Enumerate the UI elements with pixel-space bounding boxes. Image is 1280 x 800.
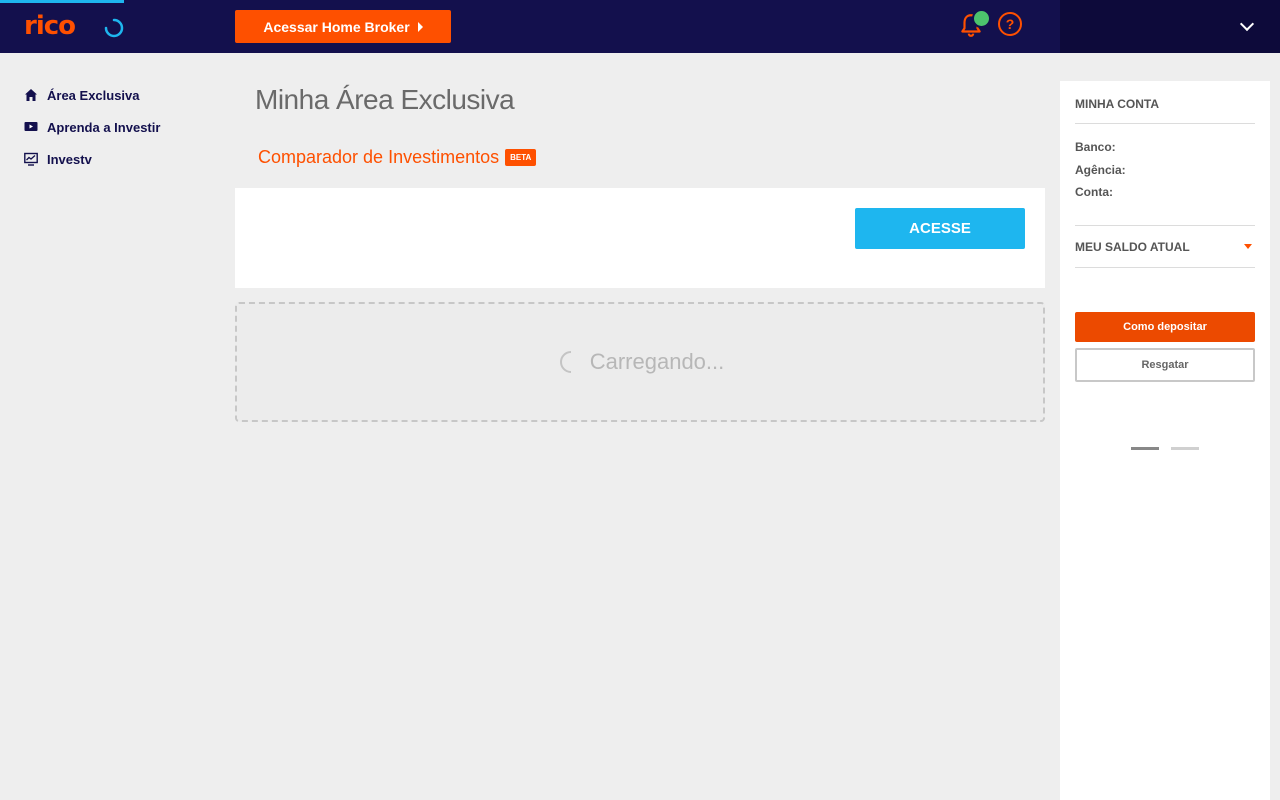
saldo-toggle[interactable]: MEU SALDO ATUAL xyxy=(1075,240,1255,254)
rico-logo[interactable]: rico xyxy=(24,11,76,41)
conta-label: Conta: xyxy=(1075,185,1113,199)
video-play-icon xyxy=(24,122,38,131)
account-panel: MINHA CONTA Banco: Agência: Conta: MEU S… xyxy=(1060,81,1270,800)
comparador-section-header: Comparador de Investimentos BETA xyxy=(258,147,537,168)
beta-badge: BETA xyxy=(505,149,537,166)
top-navbar: rico Acessar Home Broker ? xyxy=(0,0,1280,53)
comparador-link[interactable]: Comparador de Investimentos xyxy=(258,147,499,168)
caret-right-icon xyxy=(417,21,423,32)
resgatar-button[interactable]: Resgatar xyxy=(1075,348,1255,382)
divider xyxy=(1075,225,1255,226)
chevron-down-icon xyxy=(1239,16,1255,32)
help-icon[interactable]: ? xyxy=(998,12,1022,36)
loading-spinner-icon xyxy=(104,18,124,38)
caret-down-icon xyxy=(1244,244,1252,249)
chart-monitor-icon xyxy=(24,152,38,166)
divider xyxy=(1075,123,1255,124)
account-panel-title: MINHA CONTA xyxy=(1075,97,1159,111)
sidebar-item-label: Aprenda a Investir xyxy=(47,119,161,135)
agencia-label: Agência: xyxy=(1075,163,1126,177)
home-broker-button[interactable]: Acessar Home Broker xyxy=(235,10,451,43)
acesse-button[interactable]: ACESSE xyxy=(855,208,1025,249)
divider xyxy=(1075,267,1255,268)
sidebar-item-label: Investv xyxy=(47,151,92,167)
user-menu[interactable] xyxy=(1060,0,1280,53)
sidebar-nav: Área Exclusiva Aprenda a Investir Invest… xyxy=(24,79,224,175)
sidebar-item-label: Área Exclusiva xyxy=(47,87,140,103)
sidebar-item-investv[interactable]: Investv xyxy=(24,143,224,175)
como-depositar-button[interactable]: Como depositar xyxy=(1075,312,1255,342)
loading-text: Carregando... xyxy=(589,349,725,374)
loading-placeholder: Carregando... xyxy=(235,302,1045,422)
page-title: Minha Área Exclusiva xyxy=(255,84,515,115)
notification-badge xyxy=(972,9,991,28)
loading-spinner-icon xyxy=(559,351,571,373)
page-loading-progress-bar xyxy=(0,0,124,3)
saldo-label: MEU SALDO ATUAL xyxy=(1075,240,1190,254)
sidebar-item-area-exclusiva[interactable]: Área Exclusiva xyxy=(24,79,224,111)
home-icon xyxy=(25,89,37,101)
sidebar-item-aprenda-a-investir[interactable]: Aprenda a Investir xyxy=(24,111,224,143)
carousel-dot-active[interactable] xyxy=(1131,447,1159,450)
banco-label: Banco: xyxy=(1075,140,1116,154)
comparador-card: ACESSE xyxy=(235,188,1045,288)
carousel-dot[interactable] xyxy=(1171,447,1199,450)
home-broker-button-label: Acessar Home Broker xyxy=(263,18,410,35)
